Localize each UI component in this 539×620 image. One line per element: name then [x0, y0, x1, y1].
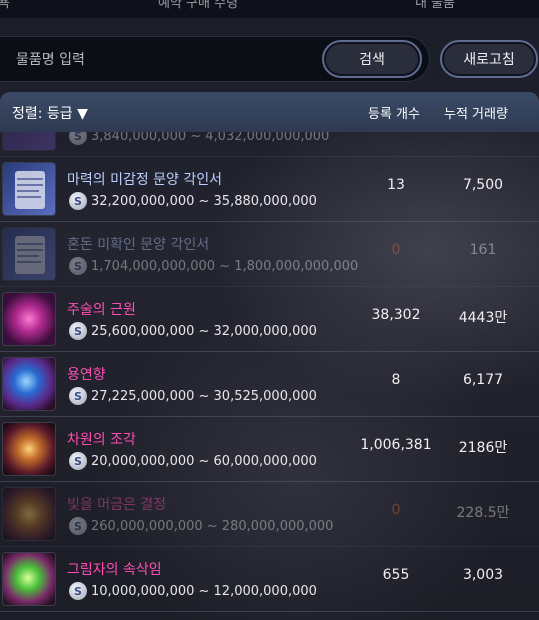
item-name: 차원의 조각 [67, 432, 136, 448]
top-tab-bar: 뵥 예약 구매 수령 내 물품 [0, 0, 539, 18]
trade-volume: 7,500 [462, 177, 504, 193]
silver-coin-icon: S [69, 387, 87, 405]
tab-reserved-purchase[interactable]: 예약 구매 수령 [158, 0, 238, 11]
item-price: S 32,200,000,000 ~ 35,880,000,000 [69, 191, 317, 211]
trade-volume: 2186만 [458, 440, 508, 456]
list-item[interactable]: 차원의 조각 S 20,000,000,000 ~ 60,000,000,000… [0, 417, 539, 482]
item-price: S 20,000,000,000 ~ 60,000,000,000 [69, 451, 317, 471]
list-item[interactable]: 그림자의 속삭임 S 10,000,000,000 ~ 12,000,000,0… [0, 547, 539, 612]
list-item[interactable]: S 3,840,000,000 ~ 4,032,000,000,000 [0, 132, 539, 157]
item-name: 빛을 머금은 결정 [67, 497, 167, 513]
magic-source-icon [2, 292, 56, 346]
column-header-volume[interactable]: 누적 거래량 [444, 103, 508, 122]
list-item[interactable]: 주술의 근원 S 25,600,000,000 ~ 32,000,000,000… [0, 287, 539, 352]
search-button-label: 검색 [359, 52, 385, 68]
tab-my-items[interactable]: 내 물품 [415, 0, 455, 11]
crystal-icon [2, 487, 56, 541]
refresh-button-label: 새로고침 [463, 52, 515, 68]
silver-coin-icon: S [69, 192, 87, 210]
trade-volume: 4443만 [458, 310, 508, 326]
item-list[interactable]: S 3,840,000,000 ~ 4,032,000,000,000 마력의 … [0, 132, 539, 620]
scroll-icon [2, 227, 56, 281]
item-price: S 25,600,000,000 ~ 32,000,000,000 [69, 321, 317, 341]
item-price: S 10,000,000,000 ~ 12,000,000,000 [69, 581, 317, 601]
item-price: S 1,704,000,000,000 ~ 1,800,000,000,000 [69, 256, 358, 276]
silver-coin-icon: S [69, 582, 87, 600]
item-price: S 260,000,000,000 ~ 280,000,000,000 [69, 516, 333, 536]
green-orb-icon [2, 552, 56, 606]
trade-volume: 6,177 [462, 372, 504, 388]
silver-coin-icon: S [69, 322, 87, 340]
item-name: 혼돈 미확인 문양 각인서 [67, 237, 210, 253]
list-header: 정렬: 등급 ▼ 등록 개수 누적 거래량 [0, 92, 539, 132]
silver-coin-icon: S [69, 257, 87, 275]
scroll-icon [2, 132, 56, 151]
tab-left[interactable]: 뵥 [0, 0, 10, 11]
search-row: 검색 새로고침 [0, 28, 539, 92]
column-header-registered[interactable]: 등록 개수 [368, 103, 420, 122]
item-price: S 3,840,000,000 ~ 4,032,000,000,000 [69, 132, 329, 146]
item-name: 그림자의 속삭임 [67, 562, 162, 578]
list-item[interactable]: 혼돈 미확인 문양 각인서 S 1,704,000,000,000 ~ 1,80… [0, 222, 539, 287]
item-name: 주술의 근원 [67, 302, 136, 318]
item-name: 용연향 [67, 367, 106, 383]
dimension-shard-icon [2, 422, 56, 476]
blue-orb-icon [2, 357, 56, 411]
silver-coin-icon: S [69, 517, 87, 535]
scroll-icon [2, 162, 56, 216]
list-item[interactable]: 마력의 미감정 문양 각인서 S 32,200,000,000 ~ 35,880… [0, 157, 539, 222]
item-name: 마력의 미감정 문양 각인서 [67, 172, 223, 188]
item-price: S 27,225,000,000 ~ 30,525,000,000 [69, 386, 317, 406]
search-button[interactable]: 검색 [322, 40, 422, 78]
trade-volume: 228.5만 [456, 505, 510, 521]
silver-coin-icon: S [69, 132, 87, 145]
list-item[interactable]: 용연향 S 27,225,000,000 ~ 30,525,000,000 8 … [0, 352, 539, 417]
trade-volume: 161 [469, 242, 497, 258]
trade-volume: 3,003 [462, 567, 504, 583]
silver-coin-icon: S [69, 452, 87, 470]
refresh-button[interactable]: 새로고침 [440, 40, 538, 78]
search-input[interactable] [16, 48, 306, 72]
sort-dropdown[interactable]: 정렬: 등급 ▼ [12, 103, 88, 123]
list-item[interactable]: 빛을 머금은 결정 S 260,000,000,000 ~ 280,000,00… [0, 482, 539, 547]
